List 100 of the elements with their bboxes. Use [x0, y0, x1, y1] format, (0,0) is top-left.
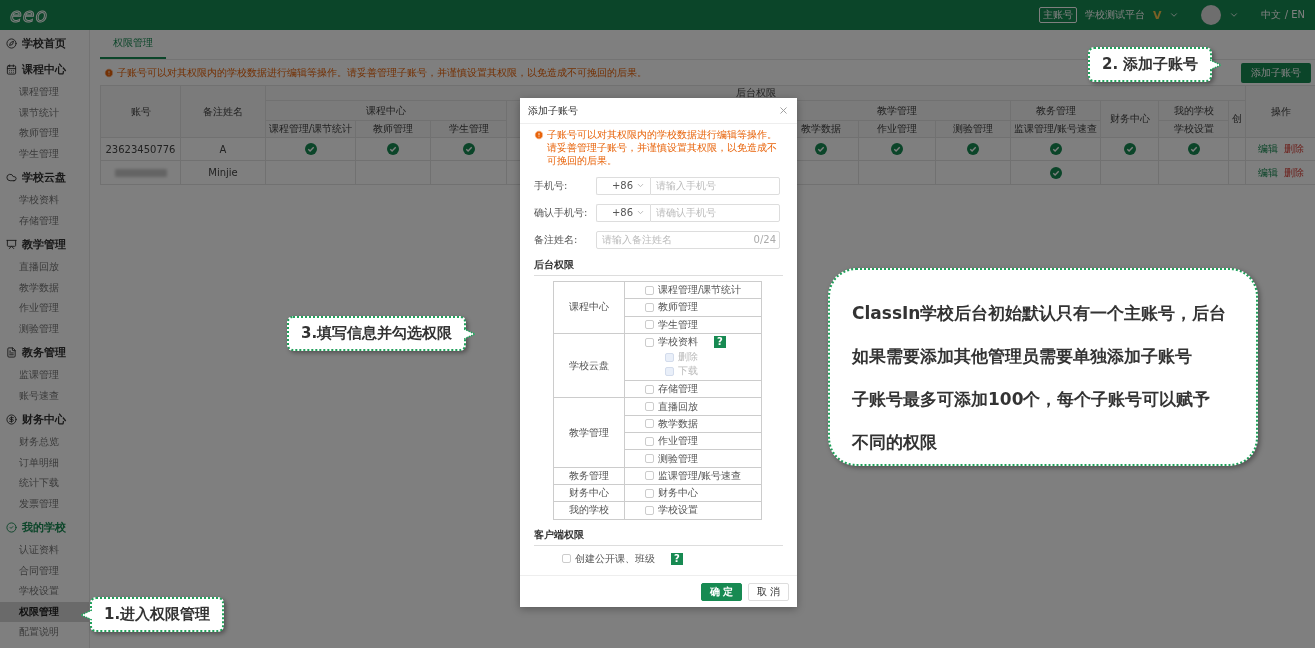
caret-icon[interactable] — [1169, 10, 1180, 20]
sidebar-item[interactable]: 认证资料 — [0, 540, 89, 561]
checkbox[interactable] — [645, 471, 654, 481]
checkbox[interactable] — [645, 402, 654, 412]
check-icon — [1187, 143, 1200, 155]
checkbox[interactable] — [645, 436, 654, 446]
category-label: 教务管理 — [553, 467, 625, 485]
help-badge[interactable]: ? — [714, 336, 726, 349]
character-counter: 0/24 — [753, 233, 776, 245]
language-label[interactable]: 中文 / EN — [1261, 8, 1305, 22]
column-header: 财务中心 — [1100, 100, 1159, 138]
callout: 3.填写信息并勾选权限 — [287, 316, 467, 351]
edit-link[interactable]: 编辑 — [1257, 143, 1278, 154]
caret-icon — [636, 208, 645, 217]
checkbox[interactable] — [645, 320, 654, 330]
sidebar-item[interactable]: 权限管理 — [0, 601, 89, 622]
sidebar-section[interactable]: 学校云盘 — [0, 164, 89, 190]
sidebar-item[interactable]: 合同管理 — [0, 560, 89, 581]
category-label: 教学管理 — [553, 398, 625, 468]
phone-input[interactable]: 请确认手机号 — [650, 203, 780, 222]
checkbox[interactable] — [645, 505, 654, 515]
checkbox[interactable] — [645, 454, 654, 463]
sidebar-section[interactable]: 财务中心 — [0, 406, 89, 432]
sidebar-section[interactable]: 我的学校 — [0, 514, 89, 540]
column-header: 账号 — [100, 85, 181, 138]
dialog-title: 添加子账号 — [528, 103, 578, 118]
tab[interactable]: 权限管理 — [100, 29, 166, 59]
field-label: 确认手机号: — [534, 205, 589, 220]
confirm-button[interactable]: 确 定 — [701, 582, 742, 601]
checkbox[interactable] — [645, 285, 654, 295]
permission-label: 创建公开课、班级 — [575, 551, 655, 566]
logo: eeo — [10, 4, 48, 26]
sidebar-section[interactable]: 教务管理 — [0, 339, 89, 365]
check-icon — [967, 143, 979, 155]
permission-label: 监课管理/账号速查 — [658, 468, 742, 483]
table-cell: Minjie — [180, 160, 266, 185]
add-subaccount-button[interactable]: 添加子账号 — [1241, 62, 1311, 83]
permission-label: 学生管理 — [658, 317, 698, 332]
note-text: 子账号最多可添加100个，每个子账号可以赋予不同的权限 — [852, 388, 1212, 454]
permission-label: 财务中心 — [658, 486, 698, 501]
account-badge: 主账号 — [1038, 7, 1077, 23]
category-label: 学校云盘 — [553, 333, 625, 398]
permission-label: 课程管理/课节统计 — [658, 283, 742, 298]
checkbox[interactable] — [645, 337, 654, 347]
sidebar-section[interactable]: 课程中心 — [0, 56, 89, 82]
note-text: ClassIn学校后台初始默认只有一个主账号，后台如果需要添加其他管理员需要单独添加子账号 — [852, 302, 1227, 368]
callout: 2. 添加子账号 — [1088, 47, 1213, 82]
sidebar-item[interactable]: 监课管理 — [0, 365, 89, 386]
callout-pointer — [464, 326, 477, 341]
sidebar-item[interactable]: 课程管理 — [0, 82, 89, 103]
help-badge[interactable]: ? — [671, 552, 683, 565]
check-icon — [387, 143, 399, 155]
column-header: 后台权限 — [265, 85, 1246, 101]
sidebar-item[interactable]: 作业管理 — [0, 298, 89, 319]
permission-label: 存储管理 — [658, 382, 698, 397]
delete-link[interactable]: 删除 — [1283, 143, 1304, 154]
phone-input[interactable]: 请输入手机号 — [650, 176, 780, 195]
warning-text: 子账号可以对其权限内的学校数据进行编辑等操作。请妥善管理子账号，并谨慎设置其权限，以免造成不可挽回的后果。 — [117, 65, 647, 80]
section-title: 客户端权限 — [534, 519, 783, 546]
compass-icon — [6, 37, 17, 49]
checkbox[interactable] — [645, 302, 654, 312]
edit-link[interactable]: 编辑 — [1257, 166, 1278, 178]
check-icon — [1049, 166, 1062, 179]
document-icon — [6, 346, 17, 358]
check-icon — [462, 143, 475, 155]
check-circle-icon — [6, 521, 17, 533]
checkbox[interactable] — [645, 488, 654, 498]
sidebar-item[interactable]: 课节统计 — [0, 102, 89, 123]
sidebar-section[interactable]: 学校首页 — [0, 30, 89, 56]
close-icon[interactable] — [778, 105, 789, 116]
caret-icon — [636, 181, 645, 190]
sidebar-item[interactable]: 统计下载 — [0, 473, 89, 494]
callout-pointer — [80, 607, 92, 622]
blurred-account — [114, 169, 167, 177]
checkbox[interactable] — [645, 384, 654, 394]
sidebar-section[interactable]: 教学管理 — [0, 231, 89, 257]
caret-icon[interactable] — [1229, 10, 1240, 20]
calendar-icon — [6, 63, 17, 75]
warning-text: 子账号可以对其权限内的学校数据进行编辑等操作。请妥善管理子账号，并谨慎设置其权限，以免造成不可挽回的后果。 — [547, 128, 778, 167]
screen-icon — [6, 238, 17, 250]
category-label: 财务中心 — [553, 484, 625, 502]
platform-name: 学校测试平台 — [1084, 8, 1145, 22]
delete-link[interactable]: 删除 — [1283, 166, 1304, 178]
cancel-button[interactable]: 取 消 — [748, 582, 789, 601]
sidebar-item[interactable]: 存储管理 — [0, 210, 89, 231]
permission-label: 学校资料 — [658, 335, 698, 350]
check-icon — [814, 143, 827, 155]
callout: 1.进入权限管理 — [90, 597, 225, 632]
permission-label: 教师管理 — [658, 300, 698, 315]
warning-icon — [104, 67, 114, 78]
sidebar-item[interactable]: 账号速查 — [0, 385, 89, 406]
category-label: 我的学校 — [553, 501, 625, 520]
checkbox[interactable] — [562, 554, 571, 564]
avatar[interactable] — [1201, 5, 1222, 25]
sidebar-item[interactable]: 发票管理 — [0, 493, 89, 514]
sidebar-item[interactable]: 教师管理 — [0, 123, 89, 144]
check-icon — [891, 143, 903, 155]
checkbox[interactable] — [645, 419, 654, 429]
warning-icon — [534, 130, 544, 140]
check-icon — [304, 143, 317, 155]
